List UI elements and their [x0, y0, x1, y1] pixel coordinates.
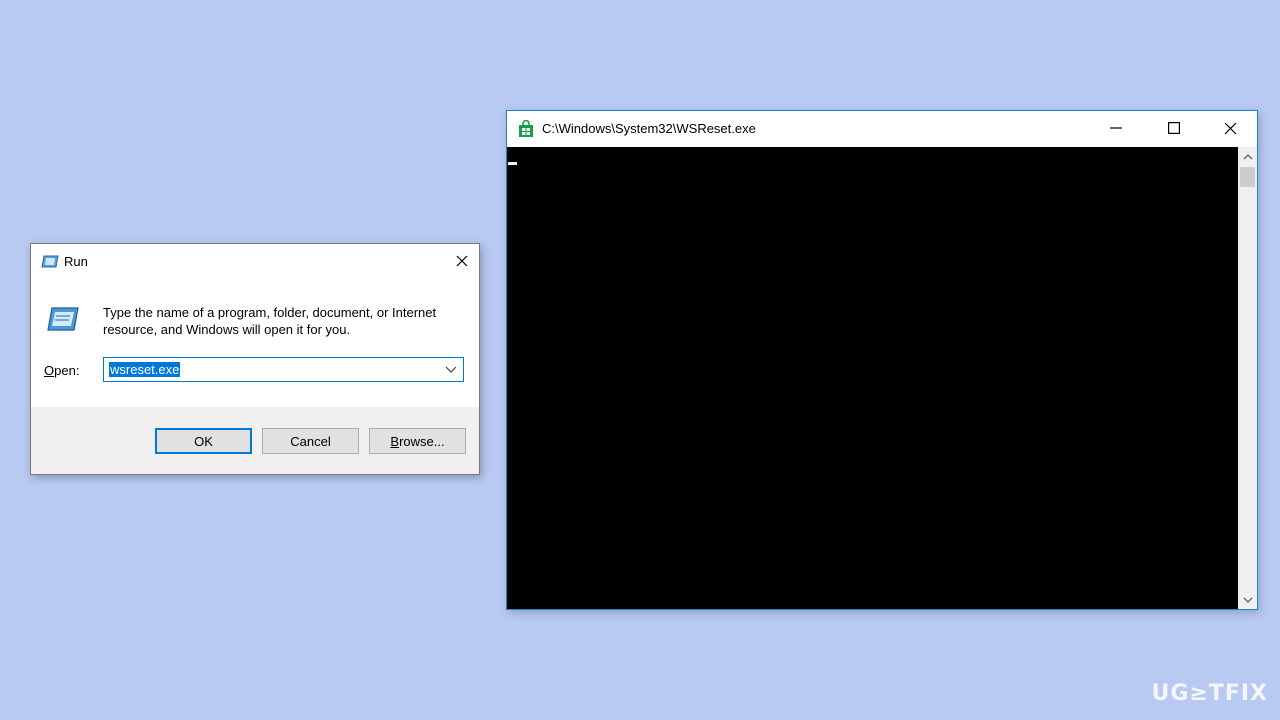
run-program-icon [47, 307, 79, 331]
run-dialog: Run Type the name of a program, folder, … [30, 243, 480, 475]
maximize-button[interactable] [1147, 111, 1201, 145]
open-label: Open: [44, 363, 79, 378]
scroll-up-button[interactable] [1238, 147, 1257, 165]
text-cursor [508, 162, 517, 165]
chevron-down-icon[interactable] [445, 364, 457, 374]
run-button-bar: OK Cancel Browse... [31, 407, 479, 474]
open-input-value[interactable]: wsreset.exe [109, 362, 181, 377]
maximize-icon [1168, 122, 1180, 134]
open-label-text: pen: [54, 363, 80, 378]
run-icon [41, 255, 59, 268]
run-dialog-title: Run [64, 254, 88, 269]
open-label-accesskey: O [44, 363, 55, 378]
store-bag-icon [519, 120, 533, 137]
run-description: Type the name of a program, folder, docu… [103, 305, 437, 337]
ok-button[interactable]: OK [155, 428, 252, 454]
browse-button-label: Browse... [390, 433, 445, 449]
console-title: C:\Windows\System32\WSReset.exe [542, 121, 756, 136]
console-output[interactable] [507, 147, 1238, 609]
open-input[interactable]: wsreset.exe [103, 357, 464, 382]
run-close-button[interactable] [445, 244, 479, 278]
vertical-scrollbar[interactable] [1238, 147, 1257, 609]
browse-button[interactable]: Browse... [369, 428, 466, 454]
console-window: C:\Windows\System32\WSReset.exe [506, 110, 1258, 610]
close-icon [456, 255, 468, 267]
scroll-thumb[interactable] [1240, 167, 1255, 187]
watermark-logo: UG≥TFIX [1151, 681, 1268, 706]
close-icon [1224, 122, 1236, 134]
cancel-button[interactable]: Cancel [262, 428, 359, 454]
chevron-up-icon [1243, 153, 1252, 159]
console-titlebar[interactable]: C:\Windows\System32\WSReset.exe [507, 111, 1257, 147]
scroll-down-button[interactable] [1238, 591, 1257, 609]
minimize-icon [1110, 127, 1122, 129]
run-titlebar[interactable]: Run [31, 244, 479, 278]
minimize-button[interactable] [1089, 111, 1143, 145]
chevron-down-icon [1243, 597, 1252, 603]
console-close-button[interactable] [1203, 111, 1257, 145]
